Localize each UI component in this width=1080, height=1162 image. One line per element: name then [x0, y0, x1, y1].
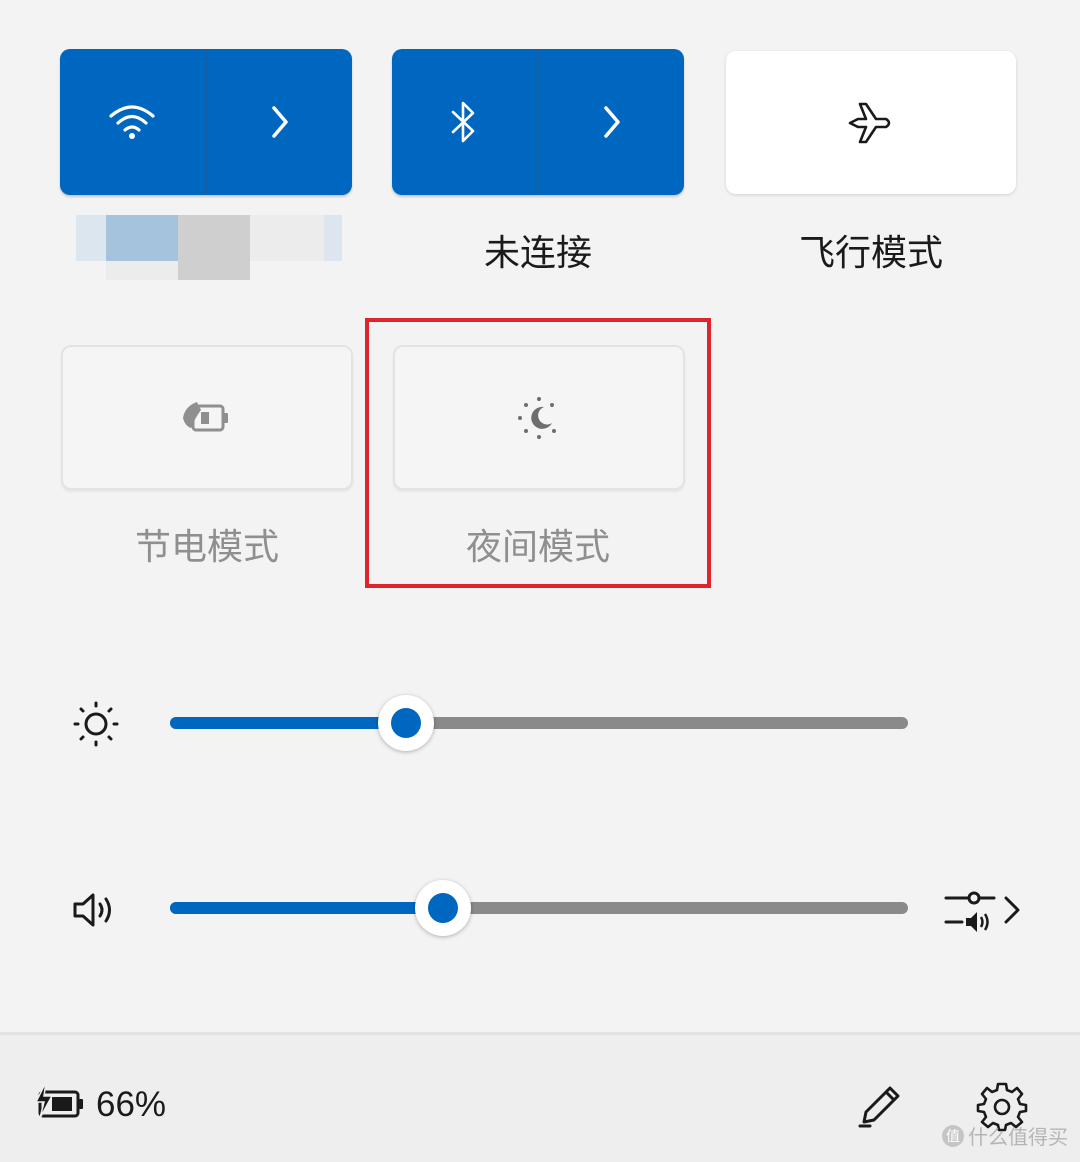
audio-output-button[interactable] [942, 882, 1028, 938]
battery-charging-icon [34, 1081, 83, 1119]
watermark-text: 什么值得买 [968, 1125, 1068, 1149]
battery-button[interactable] [32, 1078, 92, 1128]
chevron-right-icon [604, 106, 620, 138]
wifi-expand-button[interactable] [208, 49, 353, 195]
watermark-badge: 值 [942, 1124, 964, 1147]
airplane-mode-button[interactable] [726, 51, 1016, 194]
audio-output-icon [944, 891, 1020, 932]
brightness-slider[interactable] [170, 717, 908, 729]
watermark: 值 什么值得买 [942, 1121, 1068, 1150]
bluetooth-expand-button[interactable] [540, 49, 685, 195]
quick-settings-panel: 未连接 飞行模式 节电模式 夜间模式 66% 值 什么值得买 [0, 0, 1080, 1162]
night-light-icon [518, 396, 556, 439]
battery-saver-icon [183, 401, 228, 431]
battery-percentage: 66% [96, 1085, 167, 1124]
edit-button[interactable] [852, 1078, 908, 1134]
volume-slider[interactable] [170, 902, 908, 914]
brightness-slider-fill [170, 717, 407, 729]
bluetooth-status-label: 未连接 [483, 233, 592, 274]
bluetooth-toggle-button[interactable] [392, 49, 537, 195]
night-light-button[interactable] [393, 345, 685, 490]
tile-divider [536, 49, 540, 195]
tile-divider [204, 49, 208, 195]
pencil-icon [858, 1086, 900, 1128]
volume-slider-fill [170, 902, 444, 914]
brightness-icon [70, 698, 122, 750]
battery-saver-label: 节电模式 [134, 527, 279, 568]
airplane-icon [848, 102, 891, 143]
bluetooth-icon [451, 101, 475, 143]
airplane-mode-label: 飞行模式 [798, 233, 943, 274]
wifi-icon [109, 105, 155, 139]
bluetooth-tile [392, 49, 684, 195]
brightness-slider-thumb[interactable] [378, 695, 435, 751]
wifi-toggle-button[interactable] [60, 49, 205, 195]
chevron-right-icon [272, 106, 288, 138]
night-light-label: 夜间模式 [465, 527, 610, 568]
battery-saver-button[interactable] [61, 345, 353, 490]
wifi-tile [60, 49, 352, 195]
volume-slider-thumb[interactable] [415, 880, 472, 936]
volume-icon [68, 884, 120, 936]
